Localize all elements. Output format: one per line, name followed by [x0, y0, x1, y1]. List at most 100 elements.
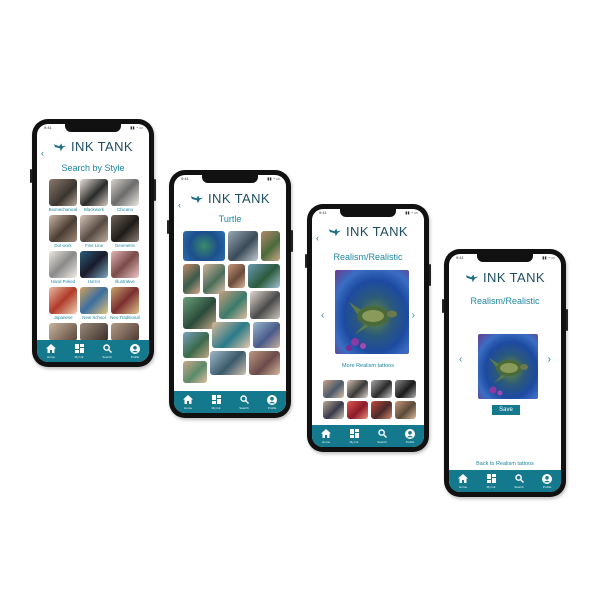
nav-home[interactable]: Home — [174, 395, 202, 410]
hummingbird-logo-icon — [53, 143, 67, 151]
phone-search-by-style: 9:41 ▮▮ ◔ ▭ ‹ INK TANK Search by Style B… — [30, 119, 156, 367]
style-label: Fine Line — [84, 243, 104, 248]
search-icon — [102, 344, 112, 353]
chevron-right-icon[interactable]: › — [412, 311, 415, 321]
style-label: Chicano — [116, 207, 134, 212]
phone-side-button — [291, 230, 293, 252]
search-icon — [514, 474, 524, 483]
nav-my-ink[interactable]: My Ink — [477, 474, 505, 489]
style-label: Hand Poked — [50, 279, 76, 284]
thumbnail-photo[interactable] — [323, 401, 344, 419]
nav-label: My Ink — [486, 484, 496, 489]
gallery-photo[interactable] — [250, 291, 280, 319]
nav-profile[interactable]: Profile — [533, 473, 561, 489]
chevron-left-icon[interactable]: ‹ — [459, 355, 462, 365]
featured-tattoo-photo[interactable] — [335, 270, 409, 354]
nav-my-ink[interactable]: My Ink — [202, 395, 230, 410]
gallery-photo[interactable] — [228, 231, 258, 261]
nav-search[interactable]: Search — [505, 474, 533, 489]
nav-label: Search — [239, 405, 249, 410]
style-tile-blackwork[interactable] — [80, 179, 108, 206]
featured-tattoo-photo[interactable] — [478, 334, 538, 399]
hummingbird-logo-icon — [190, 195, 204, 203]
nav-label: Profile — [542, 484, 552, 489]
nav-profile[interactable]: Profile — [396, 428, 424, 444]
style-tile-neo-traditional[interactable] — [111, 287, 139, 314]
style-tile-hand-poked[interactable] — [49, 251, 77, 278]
nav-my-ink[interactable]: My Ink — [65, 344, 93, 359]
gallery-photo[interactable] — [183, 332, 209, 358]
thumbnail-photo[interactable] — [371, 401, 392, 419]
gallery-photo[interactable] — [203, 264, 225, 294]
back-to-realism-link[interactable]: Back to Realism tattoos — [449, 461, 561, 467]
style-tile-dot-work[interactable] — [49, 215, 77, 242]
nav-label: Home — [321, 439, 330, 444]
thumbnail-photo[interactable] — [347, 401, 368, 419]
nav-profile[interactable]: Profile — [258, 394, 286, 410]
style-tile[interactable] — [49, 323, 77, 341]
nav-home[interactable]: Home — [449, 474, 477, 489]
status-icons: ▮▮ ◔ ▭ — [542, 255, 555, 260]
gallery-photo[interactable] — [210, 351, 246, 375]
thumbnail-photo[interactable] — [395, 380, 416, 398]
nav-my-ink[interactable]: My Ink — [340, 429, 368, 444]
style-tile-chicano[interactable] — [111, 179, 139, 206]
gallery-photo[interactable] — [253, 322, 280, 348]
phone-realism-detail: 9:41 ▮▮ ◔ ▭ ‹ INK TANK Realism/Realistic… — [305, 204, 431, 452]
nav-profile[interactable]: Profile — [121, 343, 149, 359]
phone-side-button — [167, 220, 169, 234]
phone-side-button — [566, 309, 568, 331]
bottom-nav: Home My Ink Search Profile — [37, 340, 149, 362]
save-button[interactable]: Save — [492, 405, 520, 415]
thumbnail-photo[interactable] — [323, 380, 344, 398]
gallery-photo[interactable] — [212, 322, 250, 348]
style-label: Illustrative — [115, 279, 135, 284]
gallery-photo[interactable] — [183, 361, 207, 383]
gallery-photo[interactable] — [248, 264, 280, 288]
chevron-left-icon[interactable]: ‹ — [321, 311, 324, 321]
style-label: New School — [82, 315, 106, 320]
nav-search[interactable]: Search — [93, 344, 121, 359]
nav-label: My Ink — [349, 439, 359, 444]
nav-label: Home — [458, 484, 467, 489]
style-tile-biomechanical[interactable] — [49, 179, 77, 206]
style-tile-fine-line[interactable] — [80, 215, 108, 242]
style-tile[interactable] — [111, 323, 139, 341]
gallery-photo[interactable] — [261, 231, 280, 261]
style-tile-geometric[interactable] — [111, 215, 139, 242]
style-tile-illustrative[interactable] — [111, 251, 139, 278]
thumbnail-photo[interactable] — [347, 380, 368, 398]
phone-notch — [65, 124, 121, 132]
style-tile-horror[interactable] — [80, 251, 108, 278]
chevron-right-icon[interactable]: › — [548, 355, 551, 365]
phone-side-button — [305, 254, 307, 268]
gallery-photo[interactable] — [183, 231, 225, 261]
style-label: Japanese — [53, 315, 73, 320]
page-title: Realism/Realistic — [470, 296, 540, 306]
gallery-photo[interactable] — [228, 264, 245, 288]
style-tile-japanese[interactable] — [49, 287, 77, 314]
nav-home[interactable]: Home — [312, 429, 340, 444]
nav-search[interactable]: Search — [368, 429, 396, 444]
more-realism-link[interactable]: More Realism tattoos — [312, 363, 424, 369]
brand-name: INK TANK — [208, 191, 270, 206]
grid-icon — [486, 474, 496, 483]
gallery-photo[interactable] — [183, 264, 200, 294]
thumbnail-photo[interactable] — [395, 401, 416, 419]
gallery-photo[interactable] — [219, 291, 247, 319]
profile-icon — [130, 343, 140, 354]
style-tile[interactable] — [80, 323, 108, 341]
nav-label: My Ink — [74, 354, 84, 359]
status-time: 9:41 — [181, 176, 189, 181]
gallery-photo[interactable] — [249, 351, 280, 375]
thumbnail-photo[interactable] — [371, 380, 392, 398]
search-icon — [377, 429, 387, 438]
nav-label: Profile — [405, 439, 415, 444]
home-icon — [46, 344, 56, 353]
style-tile-new-school[interactable] — [80, 287, 108, 314]
profile-icon — [405, 428, 415, 439]
nav-home[interactable]: Home — [37, 344, 65, 359]
phone-notch — [202, 175, 258, 183]
nav-search[interactable]: Search — [230, 395, 258, 410]
phone-realism-save: 9:41 ▮▮ ◔ ▭ INK TANK Realism/Realistic ‹… — [442, 249, 568, 497]
